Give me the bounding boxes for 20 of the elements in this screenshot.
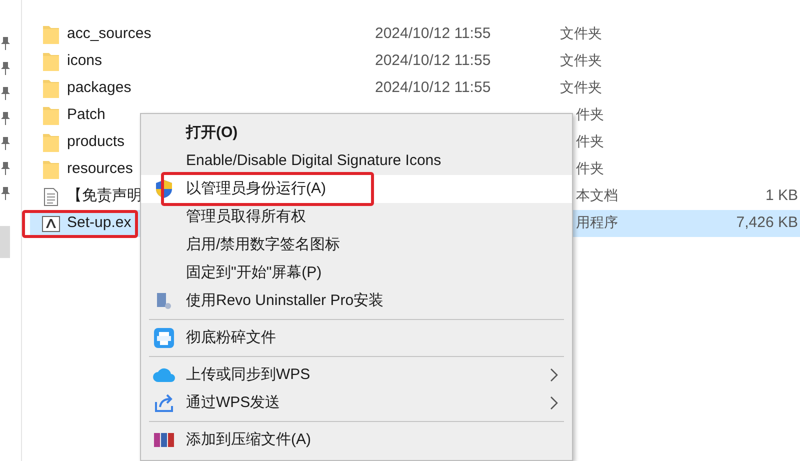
file-type: 件夹 — [576, 160, 604, 176]
file-date: 2024/10/12 11:55 — [375, 25, 491, 42]
file-date: 2024/10/12 11:55 — [375, 52, 491, 70]
file-name: Patch — [67, 105, 106, 126]
file-type: 件夹 — [576, 106, 604, 122]
file-name: packages — [67, 78, 132, 98]
file-type: 件夹 — [576, 133, 604, 150]
file-type: 用程序 — [576, 214, 618, 230]
file-size: 1 KB — [765, 187, 798, 204]
file-type: 文件夹 — [560, 52, 602, 68]
file-type: 文件夹 — [560, 25, 602, 42]
file-name: products — [67, 132, 125, 152]
file-name: acc_sources — [67, 24, 152, 44]
file-size: 7,426 KB — [736, 214, 798, 232]
file-type: 本文档 — [576, 187, 618, 204]
file-name: resources — [67, 159, 133, 180]
file-name: icons — [67, 51, 102, 72]
file-date: 2024/10/12 11:55 — [375, 79, 491, 96]
file-type: 文件夹 — [560, 79, 602, 96]
file-name: Set-up.ex — [67, 213, 132, 234]
